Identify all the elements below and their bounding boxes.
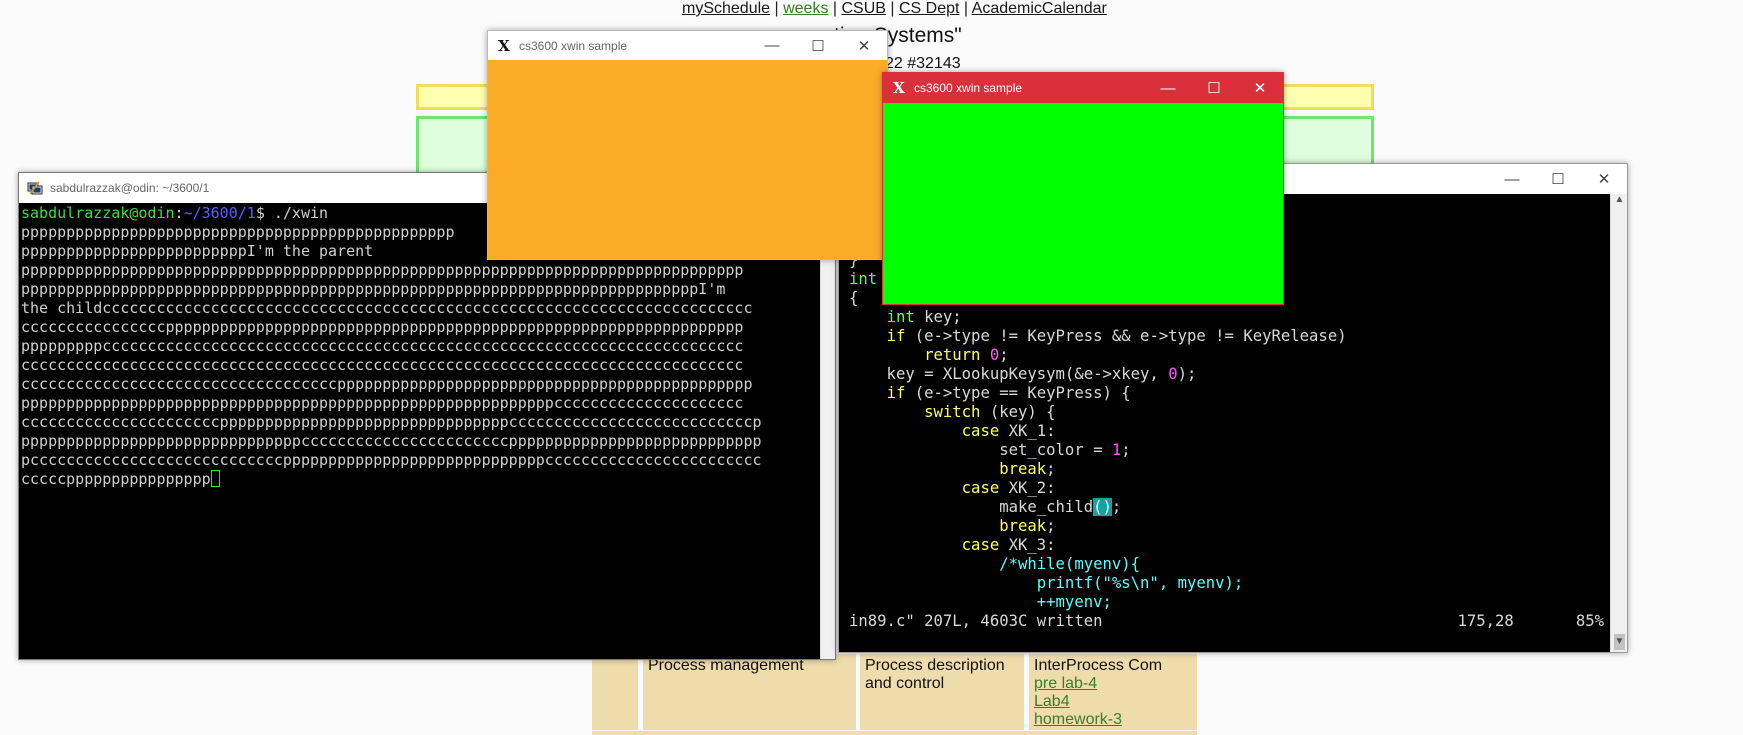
code-line: make_child(); bbox=[849, 498, 1122, 516]
course-info: 22 #32143 bbox=[885, 55, 961, 72]
nav-link-academic-calendar[interactable]: AcademicCalendar bbox=[972, 0, 1107, 17]
code-line: case XK_3: bbox=[961, 536, 1056, 554]
code-line: /*while(myenv){ bbox=[999, 555, 1141, 573]
schedule-row-divider bbox=[592, 731, 1197, 735]
terminal-output-line: cccccpppppppppppppppp bbox=[21, 470, 211, 488]
code-line: { bbox=[849, 289, 859, 307]
terminal-output-line: pppppppppppppppppppppppppI'm the parent bbox=[21, 242, 374, 260]
prompt-line: sabdulrazzak@odin:~/3600/1$ ./xwin bbox=[21, 204, 329, 222]
terminal-output-line: pppppppppppppppppppppppppppppppppppppppp… bbox=[21, 223, 455, 241]
maximize-button[interactable]: ☐ bbox=[1535, 164, 1581, 194]
terminal-output[interactable]: sabdulrazzak@odin:~/3600/1$ ./xwin ppppp… bbox=[21, 204, 821, 659]
code-line: break; bbox=[999, 517, 1056, 535]
vim-status-line: in89.c" 207L, 4603C written 175,28 85% bbox=[849, 612, 1604, 630]
close-button[interactable]: ✕ bbox=[1237, 73, 1283, 103]
code-line: printf("%s\n", myenv); bbox=[1036, 574, 1244, 592]
code-line: switch (key) { bbox=[924, 403, 1056, 421]
code-line: if (e->type != KeyPress && e->type != Ke… bbox=[886, 327, 1347, 345]
code-line: return 0; bbox=[924, 346, 1009, 364]
code-line: key = XLookupKeysym(&e->xkey, 0); bbox=[849, 365, 1197, 383]
code-line: ++myenv; bbox=[1036, 593, 1112, 611]
terminal-output-line: ccccccccccccccccccccccpppppppppppppppppp… bbox=[21, 413, 762, 431]
schedule-cell-labs: InterProcess Com pre lab-4 Lab4 homework… bbox=[1029, 654, 1197, 730]
xwin-sample-window-orange[interactable]: X cs3600 xwin sample — ☐ ✕ bbox=[487, 30, 888, 260]
scroll-down-arrow-icon[interactable]: ▼ bbox=[1611, 636, 1628, 652]
code-line: int key; bbox=[886, 308, 962, 326]
vim-scrollbar[interactable]: ▲ ▼ bbox=[1610, 194, 1627, 652]
nav-link-weeks[interactable]: weeks bbox=[783, 0, 828, 17]
xwin1-title: cs3600 xwin sample bbox=[519, 38, 628, 53]
top-navigation: mySchedule | weeks | CSUB | CS Dept | Ac… bbox=[682, 0, 1107, 17]
homework-3-link[interactable]: homework-3 bbox=[1034, 711, 1192, 729]
terminal-output-line: pppppppppppppppppppppppppppppppppppppppp… bbox=[21, 261, 744, 279]
schedule-cell-week bbox=[592, 654, 638, 730]
code-line: if (e->type == KeyPress) { bbox=[886, 384, 1131, 402]
nav-link-cs-dept[interactable]: CS Dept bbox=[899, 0, 959, 17]
schedule-chapter-text: and control bbox=[865, 675, 945, 692]
terminal-output-line: pppppppppppppppppppppppppppppppccccccccc… bbox=[21, 432, 762, 450]
terminal-output-line: pppppppppppppppppppppppppppppppppppppppp… bbox=[21, 394, 744, 412]
maximize-button[interactable]: ☐ bbox=[795, 31, 841, 60]
terminal-output-line: cccccccccccccccccccccccccccccccccccppppp… bbox=[21, 375, 753, 393]
maximize-button[interactable]: ☐ bbox=[1191, 73, 1237, 103]
putty-icon bbox=[27, 180, 43, 196]
minimize-button[interactable]: — bbox=[749, 31, 795, 60]
minimize-button[interactable]: — bbox=[1145, 73, 1191, 103]
terminal-output-line: cccccccccccccccccccccccccccccccccccccccc… bbox=[21, 356, 744, 374]
x11-icon: X bbox=[498, 36, 510, 55]
nav-link-myschedule[interactable]: mySchedule bbox=[682, 0, 770, 17]
code-line: int bbox=[849, 270, 878, 288]
terminal-output-line: ccccccccccccccccpppppppppppppppppppppppp… bbox=[21, 318, 744, 336]
schedule-chapter-text: Process description bbox=[865, 657, 1005, 674]
code-line: set_color = 1; bbox=[849, 441, 1131, 459]
minimize-button[interactable]: — bbox=[1489, 164, 1535, 194]
xwin2-titlebar[interactable]: X cs3600 xwin sample — ☐ ✕ bbox=[883, 73, 1283, 103]
code-line: case XK_2: bbox=[961, 479, 1056, 497]
xwin-sample-window-green[interactable]: X cs3600 xwin sample — ☐ ✕ bbox=[882, 72, 1284, 305]
schedule-table: Process management Process description a… bbox=[592, 654, 1197, 735]
x11-icon: X bbox=[893, 79, 905, 97]
terminal-output-line: pppppppppppppppppppppppppppppppppppppppp… bbox=[21, 280, 726, 298]
close-button[interactable]: ✕ bbox=[841, 31, 887, 60]
cursor-position: 175,28 bbox=[1457, 612, 1514, 630]
scroll-percent: 85% bbox=[1575, 612, 1604, 630]
lab4-link[interactable]: Lab4 bbox=[1034, 693, 1192, 711]
terminal-output-line: the childccccccccccccccccccccccccccccccc… bbox=[21, 299, 753, 317]
xwin2-title: cs3600 xwin sample bbox=[914, 81, 1023, 95]
xwin1-titlebar[interactable]: X cs3600 xwin sample — ☐ ✕ bbox=[488, 31, 887, 60]
terminal-cursor bbox=[210, 470, 220, 487]
nav-link-csub[interactable]: CSUB bbox=[842, 0, 886, 17]
scroll-up-arrow-icon[interactable]: ▲ bbox=[1611, 194, 1628, 210]
terminal-output-line: pccccccccccccccccccccccccccccppppppppppp… bbox=[21, 451, 762, 469]
schedule-cell-topic: Process management bbox=[643, 654, 856, 730]
code-line: break; bbox=[999, 460, 1056, 478]
schedule-cell-chapter: Process description and control bbox=[860, 654, 1024, 730]
schedule-labs-title: InterProcess Com bbox=[1034, 657, 1163, 674]
close-button[interactable]: ✕ bbox=[1581, 164, 1627, 194]
pre-lab-4-link[interactable]: pre lab-4 bbox=[1034, 675, 1192, 693]
terminal-output-line: pppppppppccccccccccccccccccccccccccccccc… bbox=[21, 337, 744, 355]
terminal-scrollbar[interactable] bbox=[820, 204, 835, 659]
code-line: case XK_1: bbox=[961, 422, 1056, 440]
